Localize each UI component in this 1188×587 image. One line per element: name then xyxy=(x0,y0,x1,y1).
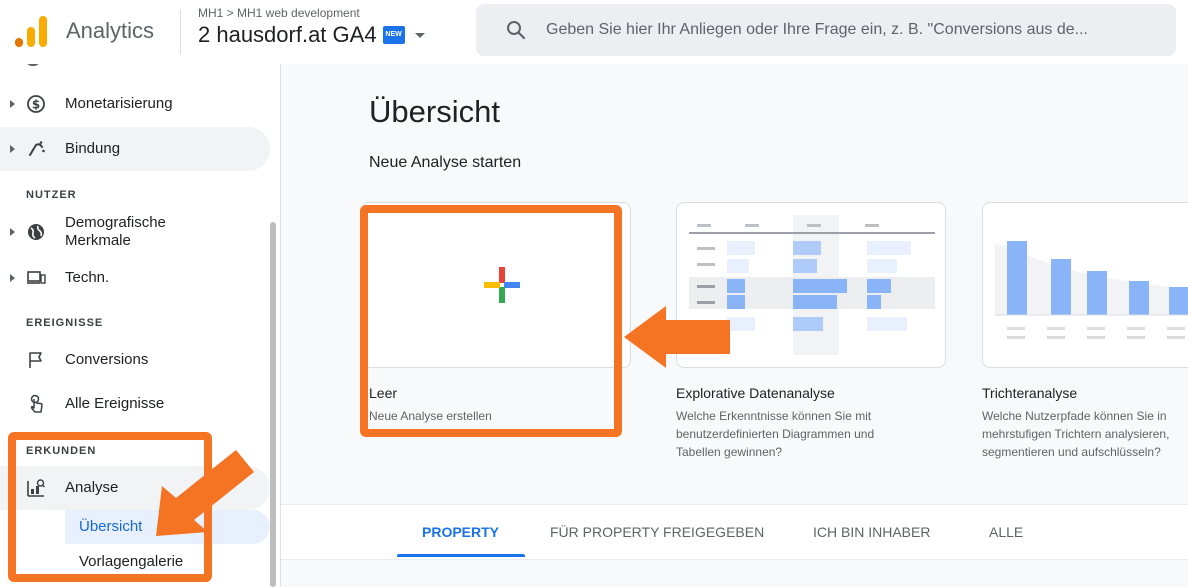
card-title: Trichteranalyse xyxy=(982,385,1078,401)
arrow-down-left-annotation xyxy=(156,450,254,536)
sidebar-item-demografische-merkmale[interactable]: Demografische Merkmale xyxy=(0,209,270,255)
sidebar-scrollbar[interactable] xyxy=(270,222,276,587)
expand-arrow-icon[interactable] xyxy=(10,100,15,108)
search-icon xyxy=(507,21,526,40)
sidebar-item-techn[interactable]: Techn. xyxy=(0,256,270,300)
sidebar-item-label: Conversions xyxy=(65,351,149,368)
funnel-illustration xyxy=(995,241,1188,339)
sidebar-item-monetarisierung[interactable]: $ Monetarisierung xyxy=(0,82,270,126)
section-label-nutzer: NUTZER xyxy=(26,189,77,201)
search-bar[interactable]: Geben Sie hier Ihr Anliegen oder Ihre Fr… xyxy=(476,4,1176,56)
card-description: Welche Erkenntnisse können Sie mit benut… xyxy=(676,409,875,459)
sidebar-item-label: Alle Ereignisse xyxy=(65,395,165,412)
template-card-trichteranalyse[interactable] xyxy=(982,202,1188,368)
tab-ich-bin-inhaber[interactable]: ICH BIN INHABER xyxy=(813,524,930,540)
tab-fuer-property-freigegeben[interactable]: FÜR PROPERTY FREIGEGEBEN xyxy=(550,524,764,540)
svg-text:$: $ xyxy=(32,98,40,112)
page-title: Übersicht xyxy=(369,94,500,129)
property-selector[interactable]: 2 hausdorf.at GA4 NEW xyxy=(198,22,425,48)
highlight-box-blank-card xyxy=(360,205,622,437)
tab-bar: PROPERTY FÜR PROPERTY FREIGEGEBEN ICH BI… xyxy=(281,504,1188,560)
retention-icon xyxy=(29,141,45,156)
search-placeholder: Geben Sie hier Ihr Anliegen oder Ihre Fr… xyxy=(546,21,1088,38)
property-name: 2 hausdorf.at GA4 xyxy=(198,22,377,47)
arrow-left-annotation xyxy=(624,306,730,368)
sidebar-item-label: Bindung xyxy=(65,140,121,157)
globe-icon xyxy=(28,224,44,240)
new-badge: NEW xyxy=(382,26,405,44)
chevron-down-icon[interactable] xyxy=(414,32,425,38)
sidebar-item-label: Techn. xyxy=(65,269,110,286)
scrollbar-thumb[interactable] xyxy=(270,222,276,587)
breadcrumb[interactable]: MH1 > MH1 web development xyxy=(198,6,360,20)
top-bar: Analytics MH1 > MH1 web development 2 ha… xyxy=(0,0,1188,65)
dollar-icon: $ xyxy=(27,95,45,113)
expand-arrow-icon[interactable] xyxy=(10,274,15,282)
sidebar-item-bindung[interactable]: Bindung xyxy=(0,127,270,171)
card-description: Welche Nutzerpfade können Sie in mehrstu… xyxy=(982,409,1170,459)
touch-icon xyxy=(30,394,43,413)
section-subtitle: Neue Analyse starten xyxy=(369,154,522,171)
flag-icon xyxy=(29,352,42,368)
sidebar-item-label: Demografische Merkmale xyxy=(65,214,166,249)
tab-alle[interactable]: ALLE xyxy=(989,524,1023,540)
header-divider xyxy=(180,10,181,54)
app-name: Analytics xyxy=(66,18,155,43)
section-label-ereignisse: EREIGNISSE xyxy=(26,317,104,329)
sidebar-item-conversions[interactable]: Conversions xyxy=(0,338,270,382)
analytics-logo[interactable] xyxy=(14,14,48,50)
active-tab-indicator xyxy=(397,554,525,557)
tab-property[interactable]: PROPERTY xyxy=(422,524,499,540)
expand-arrow-icon[interactable] xyxy=(10,145,15,153)
sidebar-item-alle-ereignisse[interactable]: Alle Ereignisse xyxy=(0,382,270,426)
devices-icon xyxy=(27,271,46,284)
clipped-nav-item xyxy=(26,64,186,68)
sidebar-item-label: Monetarisierung xyxy=(65,95,173,112)
expand-arrow-icon[interactable] xyxy=(10,228,15,236)
card-title: Explorative Datenanalyse xyxy=(676,385,835,401)
